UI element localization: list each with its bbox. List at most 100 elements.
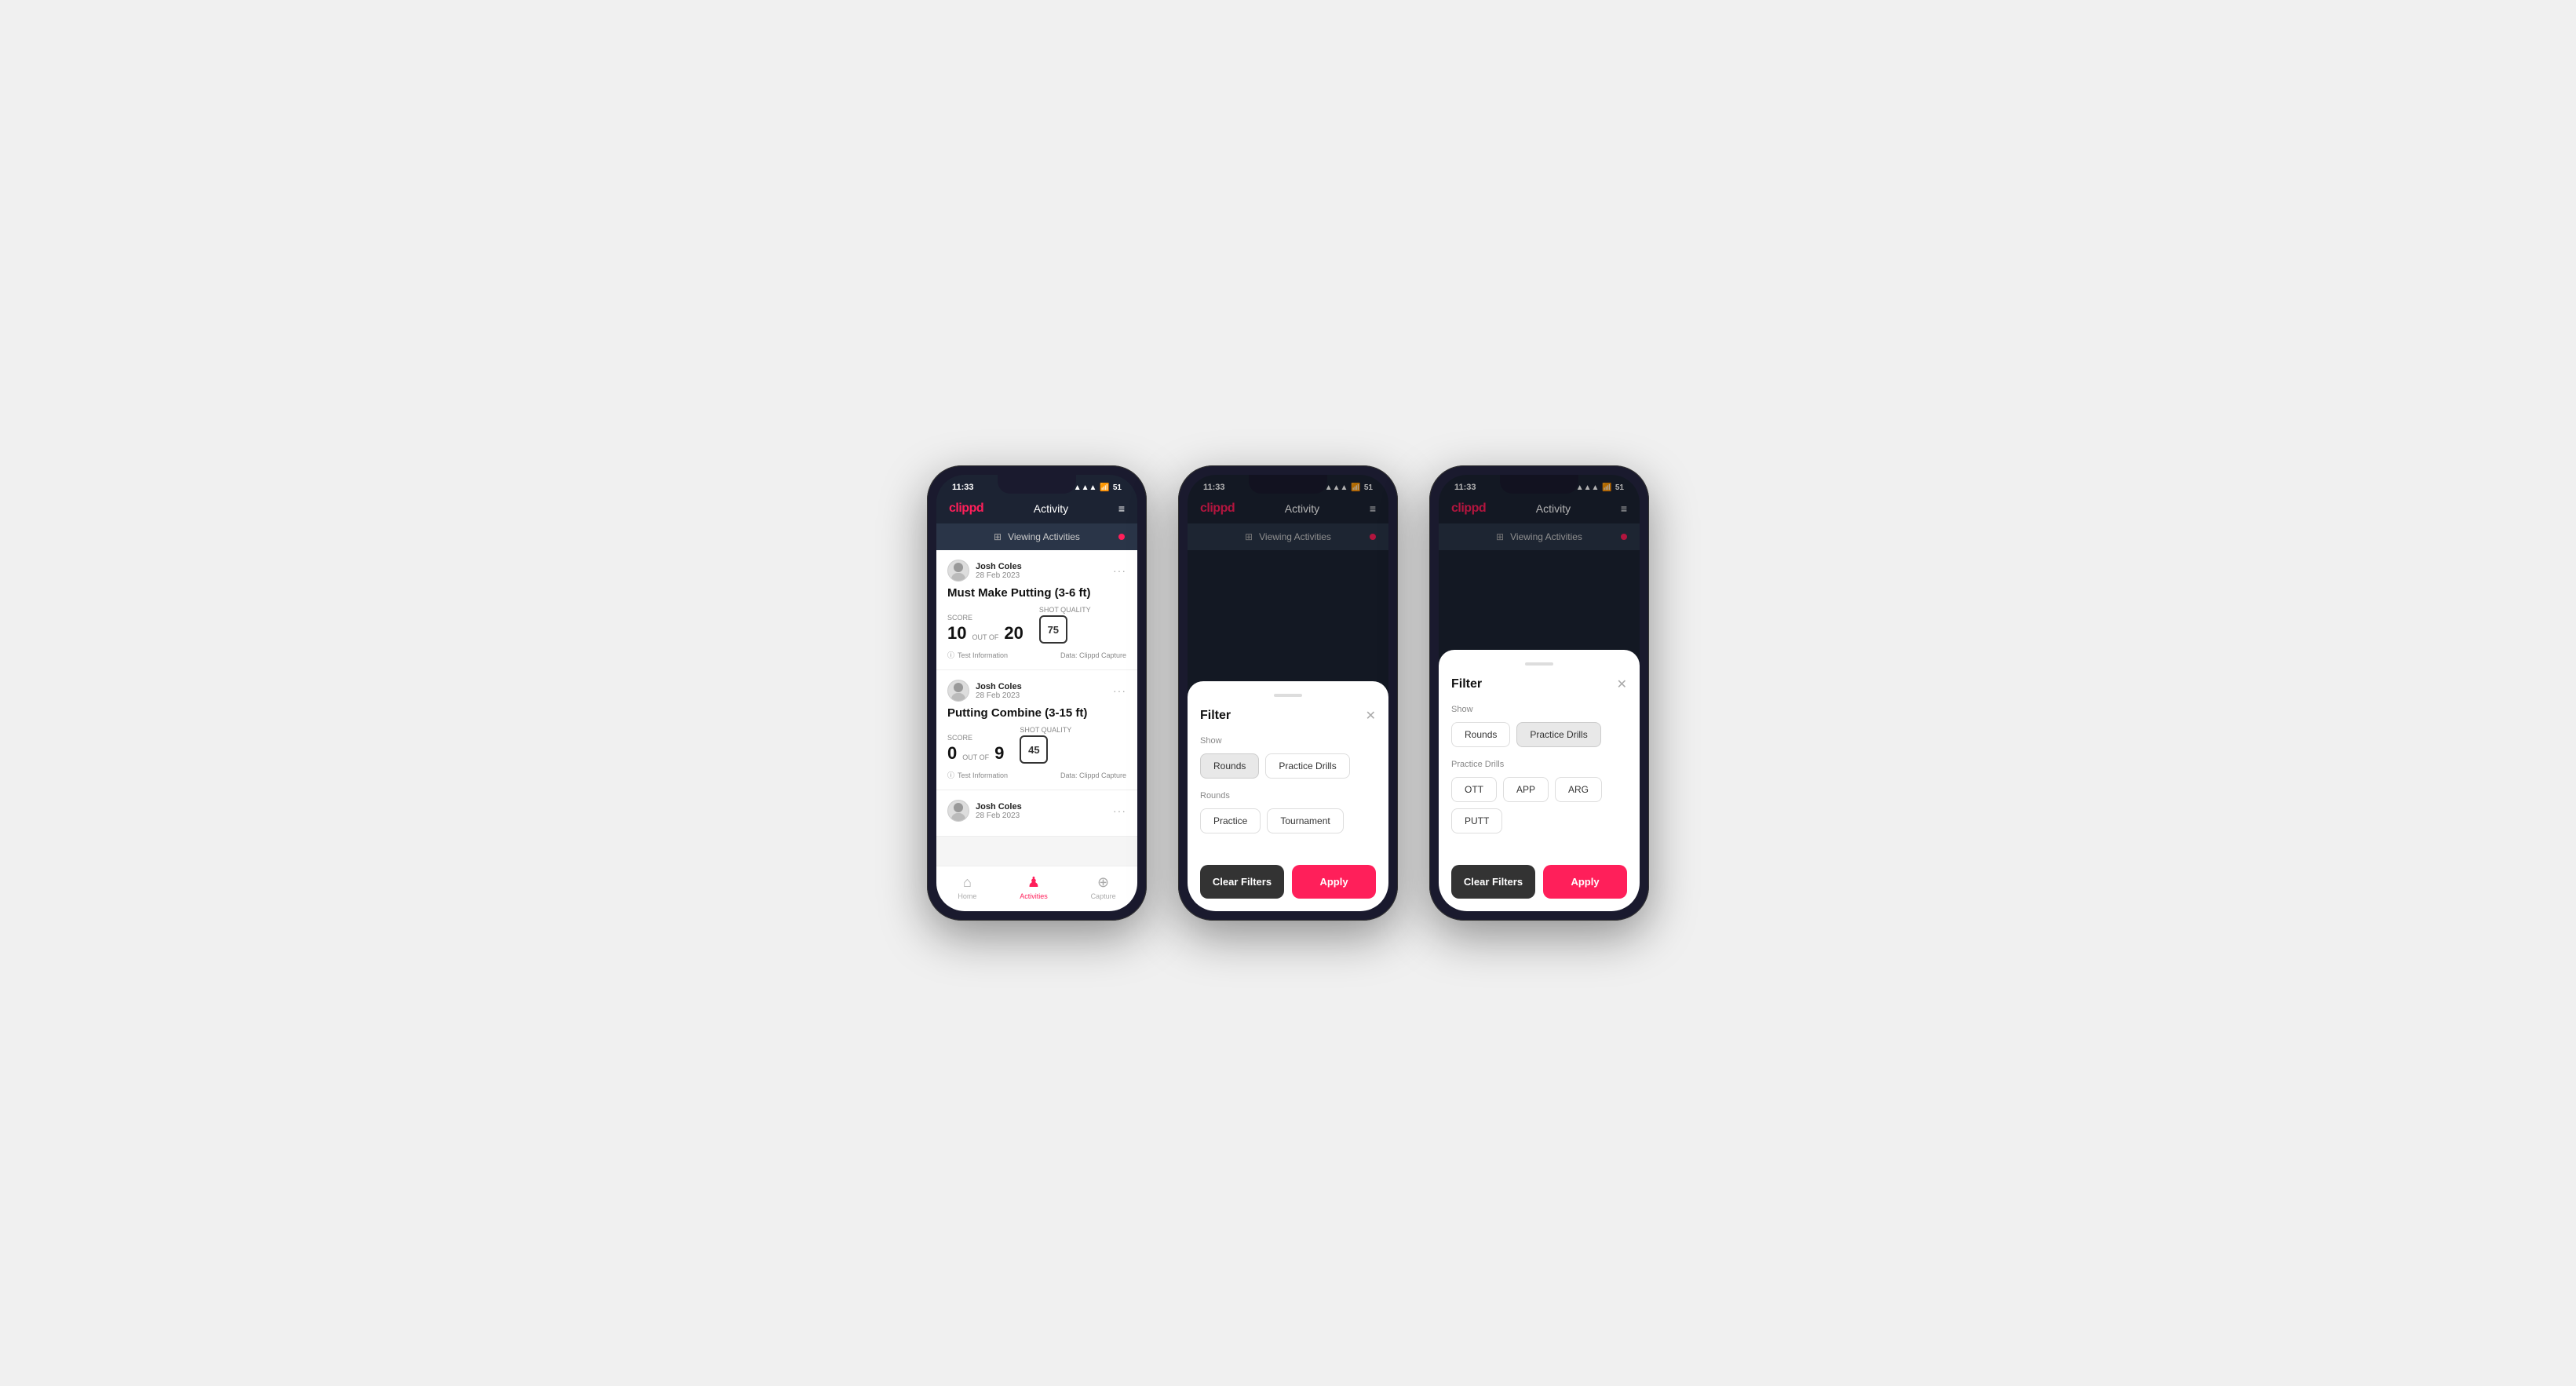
phone-2: 11:33 ▲▲▲ 📶 51 clippd Activity ≡ ⊞ Viewi…: [1178, 465, 1398, 921]
filter-header-2: Filter ✕: [1200, 708, 1376, 724]
practice-chip-2[interactable]: Practice: [1200, 808, 1261, 833]
user-name-1: Josh Coles: [976, 562, 1022, 571]
test-info-text-1: Test Information: [958, 651, 1008, 659]
score-value-2: 0: [947, 743, 957, 764]
rounds-chip-2[interactable]: Rounds: [1200, 753, 1259, 779]
user-date-3: 28 Feb 2023: [976, 812, 1022, 820]
user-info-1: Josh Coles 28 Feb 2023: [947, 560, 1022, 582]
filter-actions-3: Clear Filters Apply: [1451, 865, 1627, 899]
nav-activities-1[interactable]: ♟ Activities: [1020, 874, 1048, 900]
notch-1: [998, 475, 1076, 494]
filter-handle-3: [1525, 662, 1553, 666]
more-dots-1[interactable]: ···: [1113, 564, 1126, 577]
filter-icon-1: ⊞: [994, 531, 1002, 542]
signal-icon-1: ▲▲▲: [1074, 483, 1097, 492]
sq-badge-2: 45: [1020, 735, 1048, 764]
practice-drills-chip-3[interactable]: Practice Drills: [1516, 722, 1600, 747]
drills-label-3: Practice Drills: [1451, 760, 1627, 769]
bottom-nav-1: ⌂ Home ♟ Activities ⊕ Capture: [936, 866, 1137, 911]
more-dots-2[interactable]: ···: [1113, 684, 1126, 697]
filter-title-3: Filter: [1451, 677, 1482, 691]
show-chips-3: Rounds Practice Drills: [1451, 722, 1627, 747]
show-chips-2: Rounds Practice Drills: [1200, 753, 1376, 779]
sq-label-1: Shot Quality: [1039, 606, 1091, 614]
filter-modal-3: Filter ✕ Show Rounds Practice Drills Pra…: [1439, 650, 1640, 911]
viewing-bar-text-1: Viewing Activities: [1008, 531, 1080, 542]
header-title-1: Activity: [1034, 502, 1068, 515]
hamburger-menu-1[interactable]: ≡: [1118, 502, 1125, 515]
activity-card-1[interactable]: Josh Coles 28 Feb 2023 ··· Must Make Put…: [936, 550, 1137, 670]
practice-drills-chip-2[interactable]: Practice Drills: [1265, 753, 1349, 779]
home-label-1: Home: [958, 892, 976, 900]
apply-btn-2[interactable]: Apply: [1292, 865, 1376, 899]
user-info-3: Josh Coles 28 Feb 2023: [947, 800, 1022, 822]
score-label-1: Score: [947, 614, 1023, 622]
data-source-1: Data: Clippd Capture: [1060, 651, 1126, 659]
round-chips-2: Practice Tournament: [1200, 808, 1376, 833]
activities-label-1: Activities: [1020, 892, 1048, 900]
home-icon-1: ⌂: [963, 874, 972, 891]
filter-header-3: Filter ✕: [1451, 677, 1627, 692]
viewing-bar-1[interactable]: ⊞ Viewing Activities: [936, 523, 1137, 550]
card-footer-2: ⓘTest Information Data: Clippd Capture: [947, 770, 1126, 780]
filter-modal-2: Filter ✕ Show Rounds Practice Drills Rou…: [1188, 681, 1388, 911]
time-1: 11:33: [952, 483, 974, 492]
battery-1: 51: [1113, 483, 1122, 492]
user-info-2: Josh Coles 28 Feb 2023: [947, 680, 1022, 702]
filter-actions-2: Clear Filters Apply: [1200, 865, 1376, 899]
show-label-2: Show: [1200, 736, 1376, 746]
putt-chip-3[interactable]: PUTT: [1451, 808, 1502, 833]
phone-3: 11:33 ▲▲▲ 📶 51 clippd Activity ≡ ⊞ Viewi…: [1429, 465, 1649, 921]
avatar-2: [947, 680, 969, 702]
logo-1: clippd: [949, 502, 983, 516]
activity-title-2: Putting Combine (3-15 ft): [947, 706, 1126, 720]
filter-title-2: Filter: [1200, 709, 1231, 723]
user-date-1: 28 Feb 2023: [976, 571, 1022, 580]
show-label-3: Show: [1451, 705, 1627, 714]
rounds-chip-3[interactable]: Rounds: [1451, 722, 1510, 747]
user-name-2: Josh Coles: [976, 682, 1022, 691]
filter-handle-2: [1274, 694, 1302, 697]
shots-value-2: 9: [994, 743, 1004, 764]
nav-home-1[interactable]: ⌂ Home: [958, 874, 976, 900]
apply-btn-3[interactable]: Apply: [1543, 865, 1627, 899]
app-chip-3[interactable]: APP: [1503, 777, 1549, 802]
user-date-2: 28 Feb 2023: [976, 691, 1022, 700]
sq-badge-1: 75: [1039, 615, 1067, 644]
card-footer-1: ⓘTest Information Data: Clippd Capture: [947, 650, 1126, 660]
ott-chip-3[interactable]: OTT: [1451, 777, 1497, 802]
app-header-1: clippd Activity ≡: [936, 495, 1137, 523]
activity-card-2[interactable]: Josh Coles 28 Feb 2023 ··· Putting Combi…: [936, 670, 1137, 790]
user-name-3: Josh Coles: [976, 802, 1022, 812]
drill-chips-3: OTT APP ARG PUTT: [1451, 777, 1627, 833]
shots-value-1: 20: [1004, 623, 1023, 644]
rounds-label-2: Rounds: [1200, 791, 1376, 801]
capture-icon-1: ⊕: [1097, 874, 1109, 891]
filter-close-2[interactable]: ✕: [1366, 708, 1376, 724]
arg-chip-3[interactable]: ARG: [1555, 777, 1602, 802]
filter-close-3[interactable]: ✕: [1617, 677, 1627, 692]
capture-label-1: Capture: [1091, 892, 1116, 900]
outof-1: OUT OF: [972, 633, 998, 644]
more-dots-3[interactable]: ···: [1113, 804, 1126, 817]
activity-title-1: Must Make Putting (3-6 ft): [947, 586, 1126, 600]
sq-label-2: Shot Quality: [1020, 726, 1071, 734]
clear-filters-btn-3[interactable]: Clear Filters: [1451, 865, 1535, 899]
avatar-3: [947, 800, 969, 822]
clear-filters-btn-2[interactable]: Clear Filters: [1200, 865, 1284, 899]
red-dot-1: [1118, 534, 1125, 540]
activity-card-3[interactable]: Josh Coles 28 Feb 2023 ···: [936, 790, 1137, 837]
wifi-icon-1: 📶: [1100, 483, 1109, 492]
test-info-text-2: Test Information: [958, 771, 1008, 779]
activity-list-1: Josh Coles 28 Feb 2023 ··· Must Make Put…: [936, 550, 1137, 866]
stats-row-2: Score 0 OUT OF 9 Shot Quality 45: [947, 726, 1126, 764]
stats-row-1: Score 10 OUT OF 20 Shot Quality 75: [947, 606, 1126, 644]
outof-2: OUT OF: [962, 753, 989, 764]
tournament-chip-2[interactable]: Tournament: [1267, 808, 1343, 833]
info-icon-2: ⓘ: [947, 770, 954, 780]
score-label-2: Score: [947, 734, 1004, 742]
phone-1: 11:33 ▲▲▲ 📶 51 clippd Activity ≡ ⊞ Viewi…: [927, 465, 1147, 921]
score-value-1: 10: [947, 623, 966, 644]
nav-capture-1[interactable]: ⊕ Capture: [1091, 874, 1116, 900]
activities-icon-1: ♟: [1027, 874, 1040, 891]
